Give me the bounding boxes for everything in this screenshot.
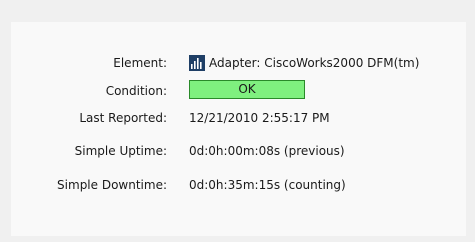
- element-label: Element:: [113, 56, 167, 70]
- last-reported-row: Last Reported: 12/21/2010 2:55:17 PM: [11, 107, 466, 129]
- simple-uptime-row: Simple Uptime: 0d:0h:00m:08s (previous): [11, 140, 466, 162]
- condition-label: Condition:: [105, 84, 167, 98]
- last-reported-label: Last Reported:: [79, 111, 167, 125]
- simple-downtime-value: 0d:0h:35m:15s (counting): [189, 178, 346, 192]
- condition-status-badge: OK: [189, 80, 305, 99]
- element-row: Element: Adapter: CiscoWorks2000 DFM(tm): [11, 52, 466, 74]
- last-reported-value: 12/21/2010 2:55:17 PM: [189, 111, 330, 125]
- simple-uptime-label: Simple Uptime:: [74, 144, 167, 158]
- element-value: Adapter: CiscoWorks2000 DFM(tm): [189, 52, 419, 74]
- status-details-panel: Element: Adapter: CiscoWorks2000 DFM(tm)…: [11, 22, 466, 236]
- simple-uptime-value: 0d:0h:00m:08s (previous): [189, 144, 345, 158]
- element-value-text: Adapter: CiscoWorks2000 DFM(tm): [209, 56, 420, 70]
- simple-downtime-row: Simple Downtime: 0d:0h:35m:15s (counting…: [11, 174, 466, 196]
- simple-downtime-label: Simple Downtime:: [57, 178, 167, 192]
- adapter-icon: [189, 55, 205, 71]
- condition-value: OK: [189, 80, 305, 99]
- condition-row: Condition: OK: [11, 80, 466, 102]
